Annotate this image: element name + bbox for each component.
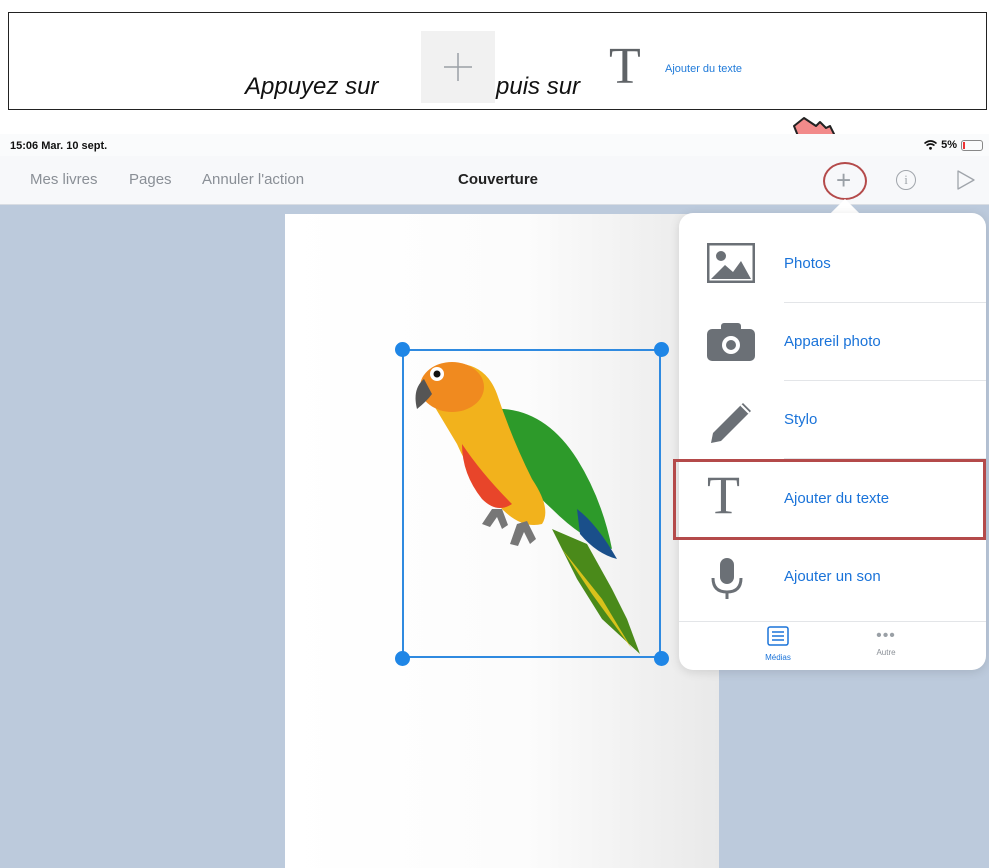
menu-label: Ajouter un son — [784, 568, 881, 585]
info-icon[interactable]: i — [896, 170, 916, 190]
instruction-text-middle: puis sur — [496, 73, 581, 100]
menu-item-pen[interactable]: Stylo — [679, 381, 986, 459]
menu-item-add-sound[interactable]: Ajouter un son — [679, 538, 986, 616]
tab-label: Autre — [876, 648, 896, 657]
battery-percent: 5% — [941, 139, 957, 151]
wifi-icon — [924, 140, 938, 150]
undo-link[interactable]: Annuler l'action — [202, 171, 304, 188]
tab-label: Médias — [765, 653, 791, 662]
microphone-icon — [711, 558, 743, 599]
battery-icon — [961, 139, 983, 151]
status-time: 15:06 Mar. 10 sept. — [10, 140, 108, 152]
menu-item-camera[interactable]: Appareil photo — [679, 303, 986, 381]
camera-icon — [707, 323, 755, 361]
my-books-link[interactable]: Mes livres — [30, 171, 98, 188]
resize-handle-top-right[interactable] — [654, 342, 669, 357]
pages-link[interactable]: Pages — [129, 171, 172, 188]
highlight-frame — [673, 459, 986, 540]
more-icon: ••• — [876, 627, 896, 644]
resize-handle-top-left[interactable] — [395, 342, 410, 357]
text-T-icon: T — [609, 38, 641, 95]
menu-item-photos[interactable]: Photos — [679, 225, 986, 303]
plus-icon — [421, 31, 495, 103]
play-icon[interactable] — [956, 170, 976, 190]
menu-label: Stylo — [784, 411, 818, 428]
popover-tab-bar: Médias ••• Autre — [679, 621, 986, 671]
pen-icon — [711, 403, 751, 443]
tab-autre[interactable]: ••• Autre — [856, 626, 916, 657]
image-selection-frame[interactable] — [402, 349, 661, 658]
add-text-caption: Ajouter du texte — [665, 63, 743, 75]
add-button[interactable] — [823, 162, 867, 200]
page-title: Couverture — [458, 171, 539, 188]
instruction-banner: Appuyez sur puis sur T Ajouter du texte — [8, 12, 987, 110]
photos-icon — [707, 243, 755, 283]
menu-label: Appareil photo — [784, 333, 881, 350]
resize-handle-bottom-left[interactable] — [395, 651, 410, 666]
list-icon — [767, 626, 789, 646]
status-right: 5% — [924, 139, 983, 151]
resize-handle-bottom-right[interactable] — [654, 651, 669, 666]
status-bar: 15:06 Mar. 10 sept. 5% — [0, 134, 989, 156]
menu-label: Photos — [784, 255, 831, 272]
tab-medias[interactable]: Médias — [748, 626, 808, 662]
instruction-text-start: Appuyez sur — [245, 73, 379, 100]
